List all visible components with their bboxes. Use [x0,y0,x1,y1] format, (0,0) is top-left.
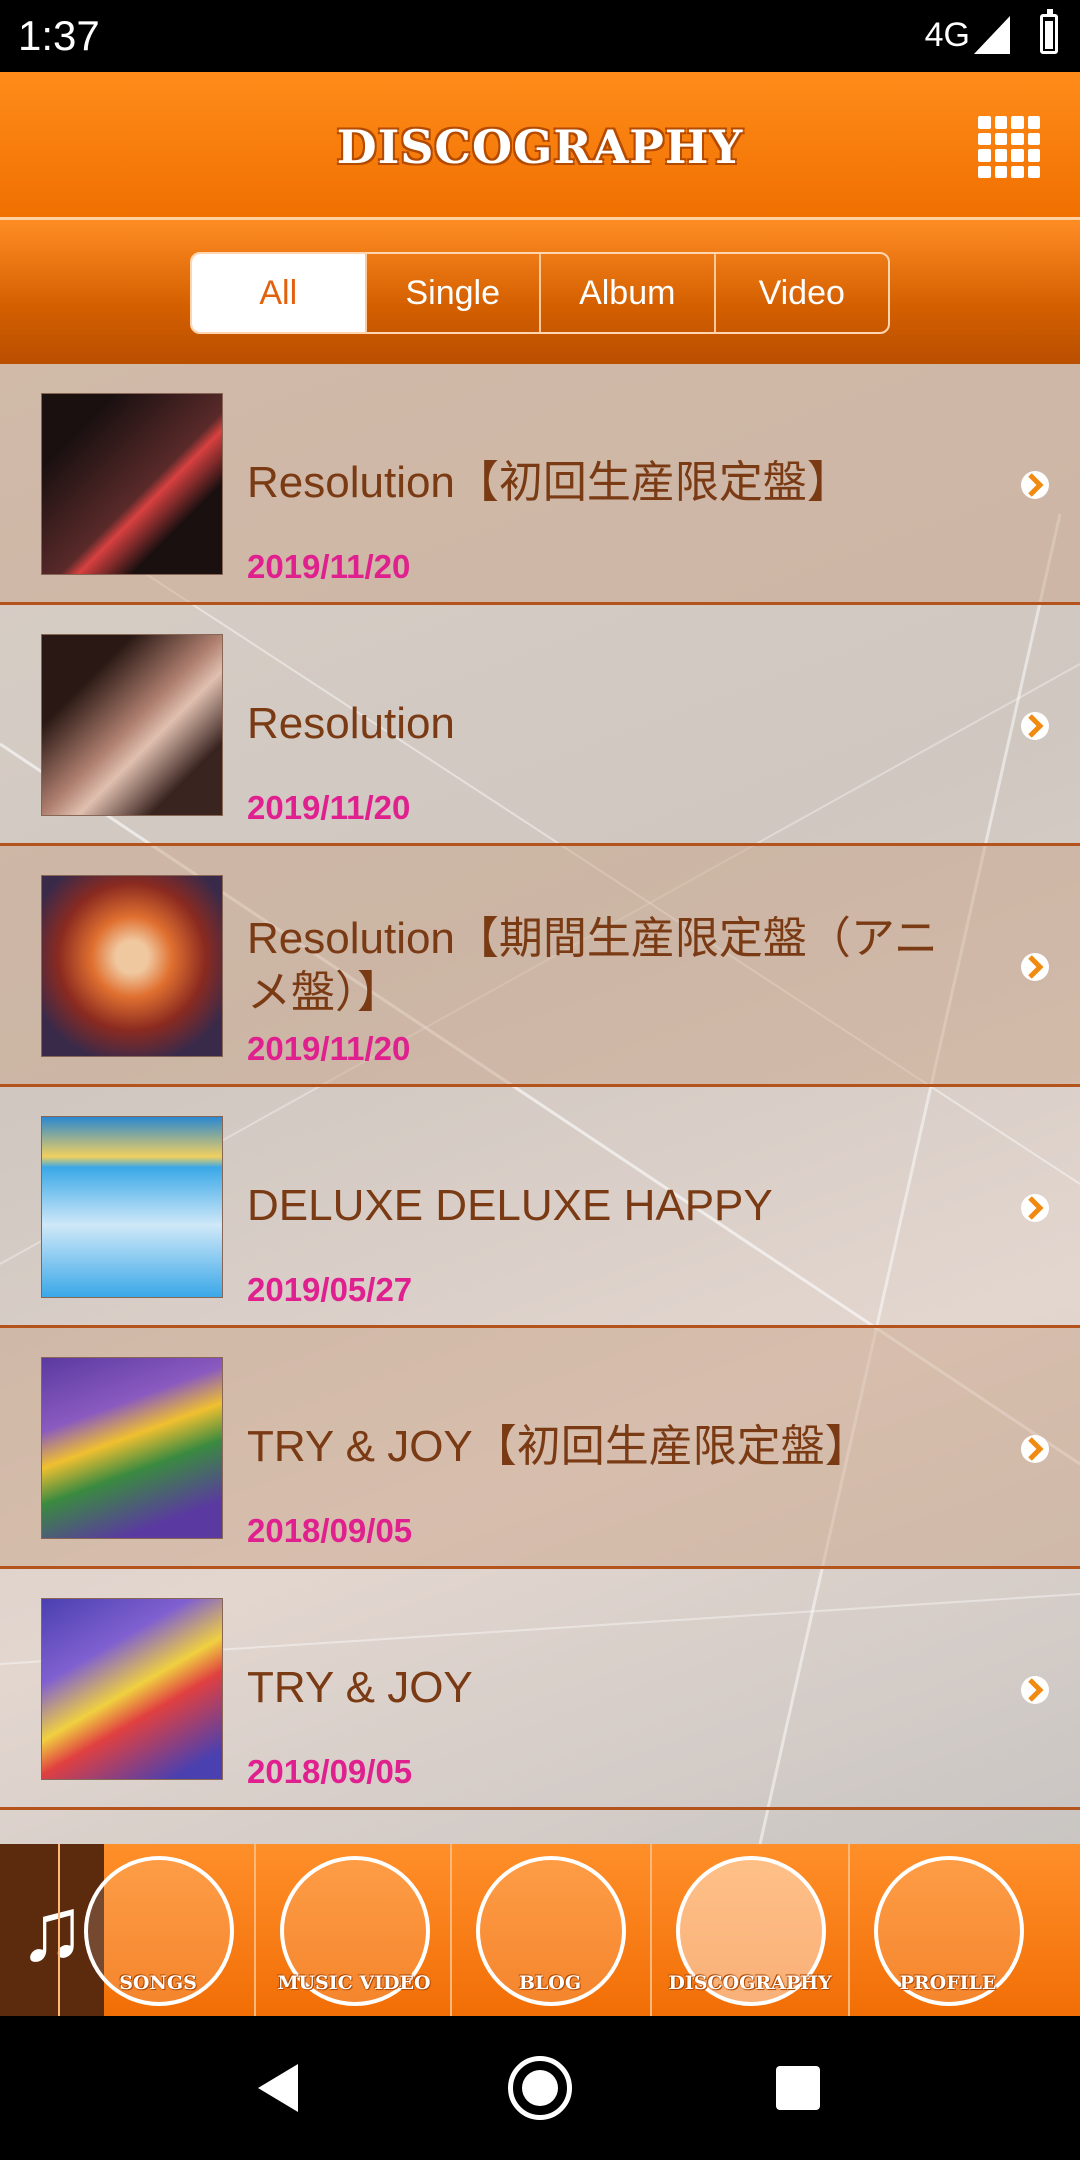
album-cover [42,876,222,1056]
bottom-nav: ♫ SONGS MUSIC VIDEO BLOG DISCOGRAPHY PRO… [0,1844,1080,2016]
nav-discography[interactable]: DISCOGRAPHY [650,1844,848,2016]
tab-video[interactable]: Video [713,254,889,332]
filter-segmented-control: All Single Album Video [190,252,890,334]
status-time: 1:37 [18,12,100,59]
recents-icon[interactable] [776,2066,820,2110]
nav-blog[interactable]: BLOG [450,1844,648,2016]
release-title: TRY & JOY【初回生産限定盤】 [247,1422,869,1471]
nav-music-video[interactable]: MUSIC VIDEO [254,1844,452,2016]
release-title: Resolution【初回生産限定盤】 [247,458,851,507]
nav-blog-label: BLOG [518,1972,582,1994]
release-date: 2019/11/20 [247,548,411,585]
chevron-right-icon [1021,1676,1049,1704]
album-cover [42,635,222,815]
release-date: 2018/09/05 [247,1512,413,1549]
nav-profile[interactable]: PROFILE [848,1844,1046,2016]
filter-bar: All Single Album Video [0,220,1080,364]
list-item[interactable]: Resolution【初回生産限定盤】 2019/11/20 [0,364,1080,605]
album-cover [42,1358,222,1538]
album-cover [42,1599,222,1779]
release-date: 2018/09/05 [247,1753,413,1790]
chevron-right-icon [1021,1435,1049,1463]
release-date: 2019/11/20 [247,789,411,826]
back-icon[interactable] [258,2064,298,2112]
list-item[interactable]: TRY & JOY【初回生産限定盤】 2018/09/05 [0,1328,1080,1569]
list-item[interactable]: Resolution【期間生産限定盤（アニメ盤）】 2019/11/20 [0,846,1080,1087]
chevron-right-icon [1021,712,1049,740]
release-date: 2019/05/27 [247,1271,413,1308]
album-cover [42,394,222,574]
release-title: Resolution【期間生産限定盤（アニメ盤）】 [247,914,939,1017]
chevron-right-icon [1021,953,1049,981]
list-item[interactable]: DELUXE DELUXE HAPPY 2019/05/27 [0,1087,1080,1328]
app-header: DISCOGRAPHY [0,72,1080,220]
list-item[interactable]: TRY & JOY 2018/09/05 [0,1569,1080,1810]
tab-single[interactable]: Single [364,254,540,332]
release-title: Resolution [247,699,455,748]
list-item[interactable]: Resolution 2019/11/20 [0,605,1080,846]
tab-all[interactable]: All [192,254,365,332]
chevron-right-icon [1021,1194,1049,1222]
battery-icon [1040,9,1058,54]
home-icon[interactable] [508,2056,572,2120]
status-bar: 1:37 4G [0,0,1080,72]
nav-music-video-label: MUSIC VIDEO [277,1972,431,1994]
system-navigation-bar [0,2016,1080,2160]
release-date: 2019/11/20 [247,1030,411,1067]
network-type: 4G [924,16,970,54]
tab-album[interactable]: Album [539,254,714,332]
signal-icon [974,16,1010,54]
nav-profile-label: PROFILE [899,1972,997,1994]
nav-discography-label: DISCOGRAPHY [668,1972,832,1994]
nav-songs[interactable]: SONGS [58,1844,256,2016]
release-list: Resolution【初回生産限定盤】 2019/11/20 Resolutio… [0,364,1080,1844]
page-title: DISCOGRAPHY [336,120,744,174]
grid-menu-icon[interactable] [978,116,1040,178]
chevron-right-icon [1021,471,1049,499]
release-title: TRY & JOY [247,1663,473,1712]
album-cover [42,1117,222,1297]
release-title: DELUXE DELUXE HAPPY [247,1181,773,1230]
nav-songs-label: SONGS [119,1972,197,1994]
